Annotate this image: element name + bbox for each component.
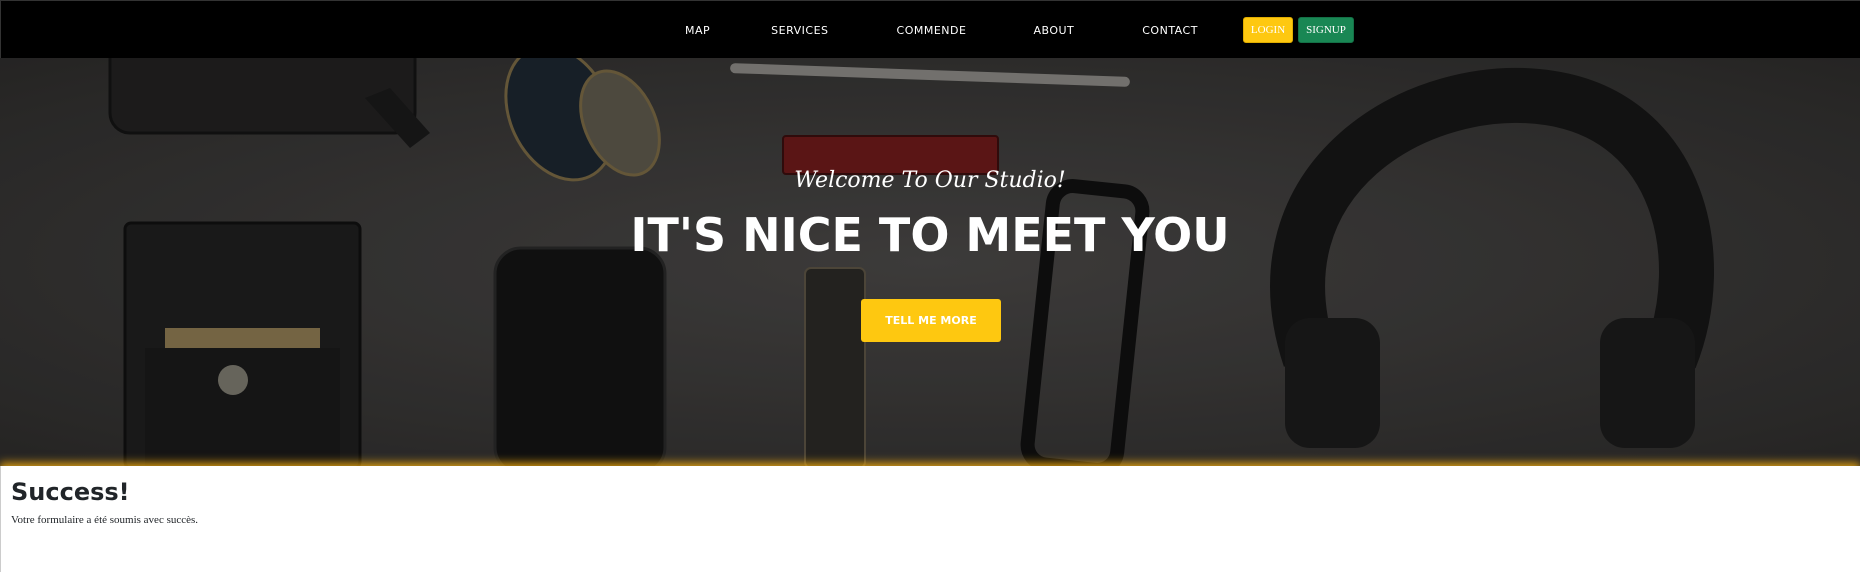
navbar: MAP SERVICES COMMENDE ABOUT CONTACT LOGI… [0,0,1860,58]
hero-section: Welcome To Our Studio! IT'S NICE TO MEET… [0,58,1860,466]
nav-links: MAP SERVICES COMMENDE ABOUT CONTACT LOGI… [671,1,1354,59]
alert-message: Votre formulaire a été soumis avec succè… [11,514,199,526]
success-alert: Success! Votre formulaire a été soumis a… [0,466,1860,550]
page-bottom-strip [0,550,1860,572]
nav-link-services[interactable]: SERVICES [757,20,842,41]
nav-link-map[interactable]: MAP [671,20,724,41]
login-button[interactable]: LOGIN [1242,17,1294,43]
hero-subtitle: Welcome To Our Studio! [794,168,1066,193]
alert-title: Success! [11,478,130,506]
nav-link-commende[interactable]: COMMENDE [883,20,981,41]
nav-link-about[interactable]: ABOUT [1019,20,1088,41]
hero-title: IT'S NICE TO MEET YOU [630,208,1230,262]
signup-button[interactable]: SIGNUP [1298,17,1354,43]
nav-link-contact[interactable]: CONTACT [1128,20,1212,41]
tell-me-more-button[interactable]: TELL ME MORE [861,299,1001,342]
hero-content: Welcome To Our Studio! IT'S NICE TO MEET… [0,58,1860,466]
